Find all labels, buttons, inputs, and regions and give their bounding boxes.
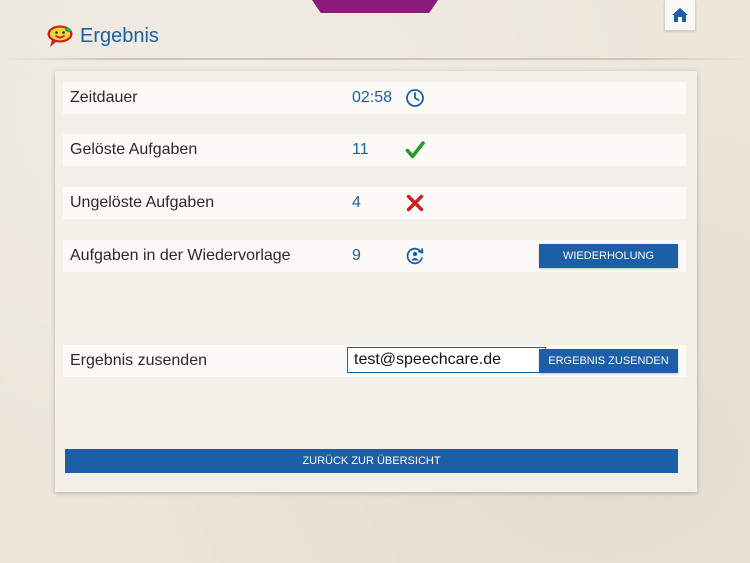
solved-value: 11 <box>352 141 369 158</box>
page-header: Ergebnis <box>46 22 159 50</box>
home-icon <box>672 8 688 22</box>
repeat-icon <box>405 246 425 266</box>
result-panel: Zeitdauer 02:58 Gelöste Aufgaben 11 Unge… <box>55 71 697 492</box>
cross-icon <box>405 193 425 213</box>
repeat-button[interactable]: Wiederholung <box>539 244 678 268</box>
solved-label: Gelöste Aufgaben <box>70 141 198 158</box>
duration-label: Zeitdauer <box>70 89 138 106</box>
send-result-button[interactable]: Ergebnis zusenden <box>539 349 678 373</box>
resubmission-value: 9 <box>352 247 361 264</box>
clock-icon <box>405 88 425 108</box>
header-divider <box>0 58 750 60</box>
email-field[interactable] <box>347 347 546 373</box>
top-tab-handle[interactable] <box>312 0 438 13</box>
checkmark-icon <box>405 140 425 160</box>
row-solved: Gelöste Aufgaben 11 <box>63 134 686 166</box>
row-send-result: Ergebnis zusenden Ergebnis zusenden <box>63 345 686 377</box>
speech-bubble-face-icon <box>47 25 73 47</box>
home-button[interactable] <box>664 0 696 31</box>
send-result-label: Ergebnis zusenden <box>70 352 207 369</box>
back-to-overview-button[interactable]: Zurück zur Übersicht <box>65 449 678 473</box>
row-unsolved: Ungelöste Aufgaben 4 <box>63 187 686 219</box>
resubmission-label: Aufgaben in der Wiedervorlage <box>70 247 291 264</box>
duration-value: 02:58 <box>352 89 393 106</box>
row-resubmission: Aufgaben in der Wiedervorlage 9 Wiederho… <box>63 240 686 272</box>
unsolved-value: 4 <box>352 194 361 211</box>
page-title: Ergebnis <box>80 24 159 47</box>
unsolved-label: Ungelöste Aufgaben <box>70 194 215 211</box>
row-duration: Zeitdauer 02:58 <box>63 82 686 114</box>
